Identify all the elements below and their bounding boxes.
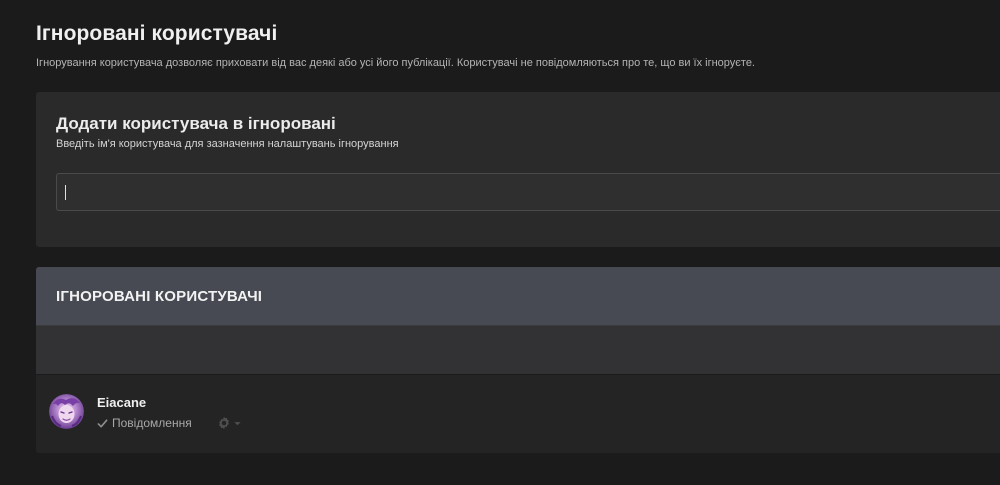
ignored-users-toolbar (36, 325, 1000, 375)
add-ignored-user-panel: Додати користувача в ігноровані Введіть … (36, 92, 1000, 247)
add-ignored-user-subtitle: Введіть ім'я користувача для зазначення … (56, 138, 399, 150)
user-options-menu[interactable] (217, 416, 242, 430)
ignore-type-label: Повідомлення (112, 416, 192, 430)
text-caret (65, 185, 66, 200)
ignored-users-header-title: ІГНОРОВАНІ КОРИСТУВАЧІ (56, 288, 263, 305)
chevron-down-icon (234, 421, 241, 425)
username-link[interactable]: Eiacane (97, 395, 146, 410)
check-icon (97, 418, 108, 428)
page-description: Ігнорування користувача дозволяє прихова… (36, 57, 755, 69)
ignored-users-header: ІГНОРОВАНІ КОРИСТУВАЧІ (36, 267, 1000, 325)
page-title: Ігноровані користувачі (36, 22, 278, 45)
ignore-type: Повідомлення (97, 416, 192, 430)
avatar-image (49, 394, 84, 429)
ignored-users-list: ІГНОРОВАНІ КОРИСТУВАЧІ Eiacane Повідомле… (36, 267, 1000, 453)
list-item: Eiacane Повідомлення (36, 375, 1000, 453)
add-ignored-user-title: Додати користувача в ігноровані (56, 114, 336, 133)
user-avatar[interactable] (49, 394, 84, 429)
ignored-users-page: Ігноровані користувачі Ігнорування корис… (0, 0, 1000, 485)
gear-icon (219, 416, 229, 430)
username-input[interactable] (56, 173, 1000, 211)
